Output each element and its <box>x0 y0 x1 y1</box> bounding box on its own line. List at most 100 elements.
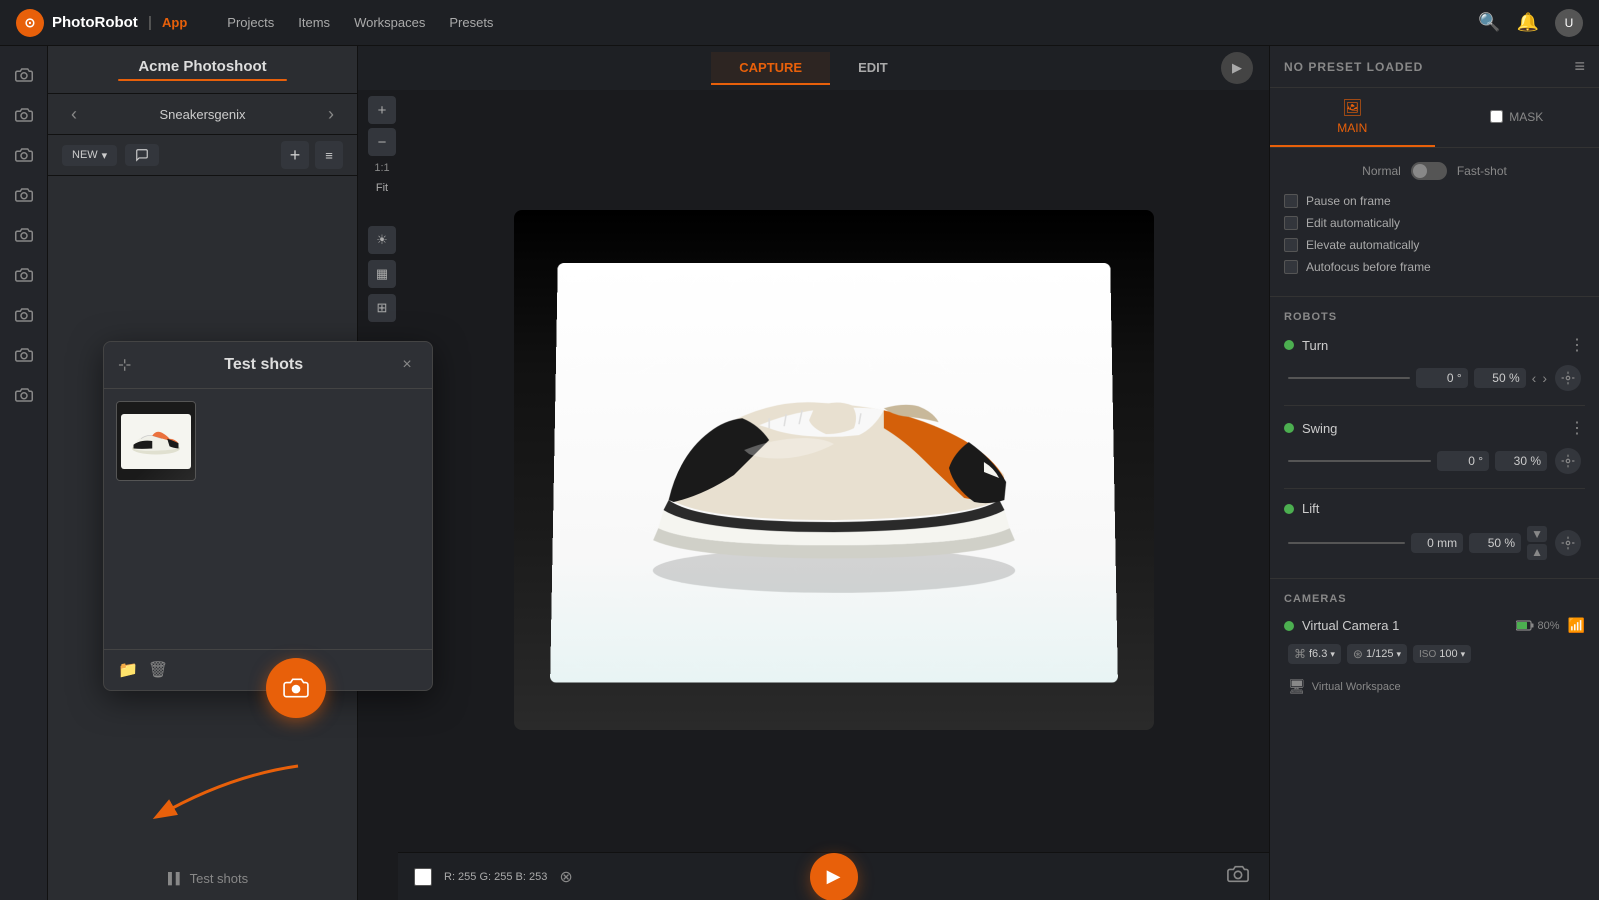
sidebar-camera-3[interactable] <box>5 136 43 174</box>
app-name: PhotoRobot <box>52 14 138 31</box>
lift-down-button[interactable]: ▲ <box>1527 544 1547 560</box>
iso-setting[interactable]: ISO 100 ▾ <box>1413 645 1471 663</box>
robot-turn-home-button[interactable] <box>1555 365 1581 391</box>
sidebar-camera-8[interactable] <box>5 336 43 374</box>
color-swatch <box>414 868 432 886</box>
battery-percentage: 80% <box>1538 620 1560 632</box>
nav-items[interactable]: Items <box>288 11 340 34</box>
zoom-in-button[interactable]: + <box>368 96 396 124</box>
nav-presets[interactable]: Presets <box>439 11 503 34</box>
robot-turn-next-icon[interactable]: › <box>1542 370 1547 386</box>
logo-divider: | <box>148 14 152 31</box>
notification-icon[interactable]: 🔔 <box>1517 12 1539 33</box>
robot-turn-prev-icon[interactable]: ‹ <box>1532 370 1537 386</box>
tab-edit[interactable]: EDIT <box>830 52 916 85</box>
pause-on-frame-checkbox[interactable] <box>1284 194 1298 208</box>
robot-turn-slider[interactable] <box>1288 377 1410 379</box>
robot-swing-home-button[interactable] <box>1555 448 1581 474</box>
elevate-automatically-checkbox[interactable] <box>1284 238 1298 252</box>
filter-button[interactable]: ≡ <box>315 141 343 169</box>
photoshoot-title-header: Acme Photoshoot <box>48 46 357 94</box>
panel-toolbar: NEW ▾ + ≡ <box>48 135 357 176</box>
robot-lift-controls: ▼ ▲ <box>1284 526 1585 560</box>
nav-current-item: Sneakersgenix <box>94 107 311 122</box>
robot-lift-value-row: ▼ ▲ <box>1288 526 1547 560</box>
robot-turn-angle-input[interactable] <box>1416 368 1468 388</box>
robot-swing-angle-input[interactable] <box>1437 451 1489 471</box>
robot-lift-speed-input[interactable] <box>1469 533 1521 553</box>
main-tab-label: MAIN <box>1337 121 1367 135</box>
sneaker-background <box>514 210 1154 730</box>
robot-turn-controls: ‹ › <box>1284 365 1585 391</box>
user-avatar[interactable]: U <box>1555 9 1583 37</box>
search-icon[interactable]: 🔍 <box>1478 12 1500 33</box>
grid-icon[interactable]: ⊞ <box>368 294 396 322</box>
shot-mode-toggle[interactable] <box>1411 162 1447 180</box>
camera-header: Virtual Camera 1 80% 📶 <box>1284 617 1585 634</box>
trash-icon[interactable]: 🗑 <box>148 660 168 680</box>
add-item-button[interactable]: + <box>281 141 309 169</box>
zoom-out-button[interactable]: − <box>368 128 396 156</box>
robot-lift-home-button[interactable] <box>1555 530 1581 556</box>
sidebar-camera-9[interactable] <box>5 376 43 414</box>
shutter-setting[interactable]: ⊛ 1/125 ▾ <box>1347 644 1407 664</box>
robot-turn-status-dot <box>1284 340 1294 350</box>
nav-projects[interactable]: Projects <box>217 11 284 34</box>
nav-prev-button[interactable]: ‹ <box>62 102 86 126</box>
sidebar-camera-7[interactable] <box>5 296 43 334</box>
dismiss-color-button[interactable]: ⊗ <box>559 867 572 887</box>
sidebar-camera-6[interactable] <box>5 256 43 294</box>
autofocus-before-frame-checkbox[interactable] <box>1284 260 1298 274</box>
aperture-setting[interactable]: ⌘ f6.3 ▾ <box>1288 644 1341 664</box>
test-shot-thumbnail[interactable] <box>116 401 196 481</box>
tab-main[interactable]: 🖼 MAIN <box>1270 88 1435 147</box>
comment-icon <box>135 148 149 162</box>
capture-photo-button[interactable] <box>266 658 326 718</box>
play-sequence-button[interactable]: ▶ <box>810 853 858 900</box>
sidebar-camera-4[interactable] <box>5 176 43 214</box>
robot-turn-more-icon[interactable]: ⋮ <box>1569 335 1585 355</box>
robots-section-title: ROBOTS <box>1284 311 1585 323</box>
sidebar-camera-1[interactable] <box>5 56 43 94</box>
robot-lift-slider[interactable] <box>1288 542 1405 544</box>
tab-mask[interactable]: MASK <box>1435 100 1599 136</box>
edit-automatically-checkbox[interactable] <box>1284 216 1298 230</box>
robot-swing-speed-input[interactable] <box>1495 451 1547 471</box>
photoshoot-title: Acme Photoshoot <box>138 58 266 75</box>
robot-turn-speed-input[interactable] <box>1474 368 1526 388</box>
top-navigation: ⊙ PhotoRobot | App Projects Items Worksp… <box>0 0 1599 46</box>
robot-lift-distance-input[interactable] <box>1411 533 1463 553</box>
robot-swing-slider[interactable] <box>1288 460 1431 462</box>
sidebar-camera-2[interactable] <box>5 96 43 134</box>
mask-checkbox[interactable] <box>1490 110 1503 123</box>
folder-icon[interactable]: 📁 <box>118 660 138 680</box>
shutter-chevron-icon: ▾ <box>1396 649 1401 660</box>
view-icons: ☀ ▦ ⊞ <box>368 226 396 322</box>
bottom-camera-icon[interactable] <box>1227 863 1249 891</box>
camera-battery-indicator: 80% <box>1516 620 1560 632</box>
viewport-play-button[interactable]: ▶ <box>1221 52 1253 84</box>
normal-mode-label: Normal <box>1362 164 1401 178</box>
wifi-icon: 📶 <box>1568 617 1585 634</box>
sidebar-camera-5[interactable] <box>5 216 43 254</box>
tab-capture[interactable]: CAPTURE <box>711 52 830 85</box>
lift-up-button[interactable]: ▼ <box>1527 526 1547 542</box>
zoom-fit-button[interactable]: Fit <box>368 180 396 196</box>
nav-workspaces[interactable]: Workspaces <box>344 11 435 34</box>
brightness-icon[interactable]: ☀ <box>368 226 396 254</box>
robot-swing-more-icon[interactable]: ⋮ <box>1569 418 1585 438</box>
robot-swing-name: Swing <box>1302 421 1561 436</box>
robot-lift-header: Lift <box>1284 501 1585 516</box>
nav-next-button[interactable]: › <box>319 102 343 126</box>
film-strip-icon[interactable]: ▦ <box>368 260 396 288</box>
camera-workspace-row: 🖥 Virtual Workspace <box>1284 674 1585 699</box>
sneaker-product-image <box>591 312 1075 611</box>
comment-button[interactable] <box>125 144 159 166</box>
autofocus-before-frame-row: Autofocus before frame <box>1284 260 1585 274</box>
title-underline <box>118 79 287 81</box>
test-shots-close-button[interactable]: × <box>396 354 418 376</box>
fastshot-mode-label: Fast-shot <box>1457 164 1507 178</box>
right-panel-menu-icon[interactable]: ≡ <box>1574 56 1585 77</box>
new-button[interactable]: NEW ▾ <box>62 145 117 166</box>
logo-icon: ⊙ <box>16 9 44 37</box>
